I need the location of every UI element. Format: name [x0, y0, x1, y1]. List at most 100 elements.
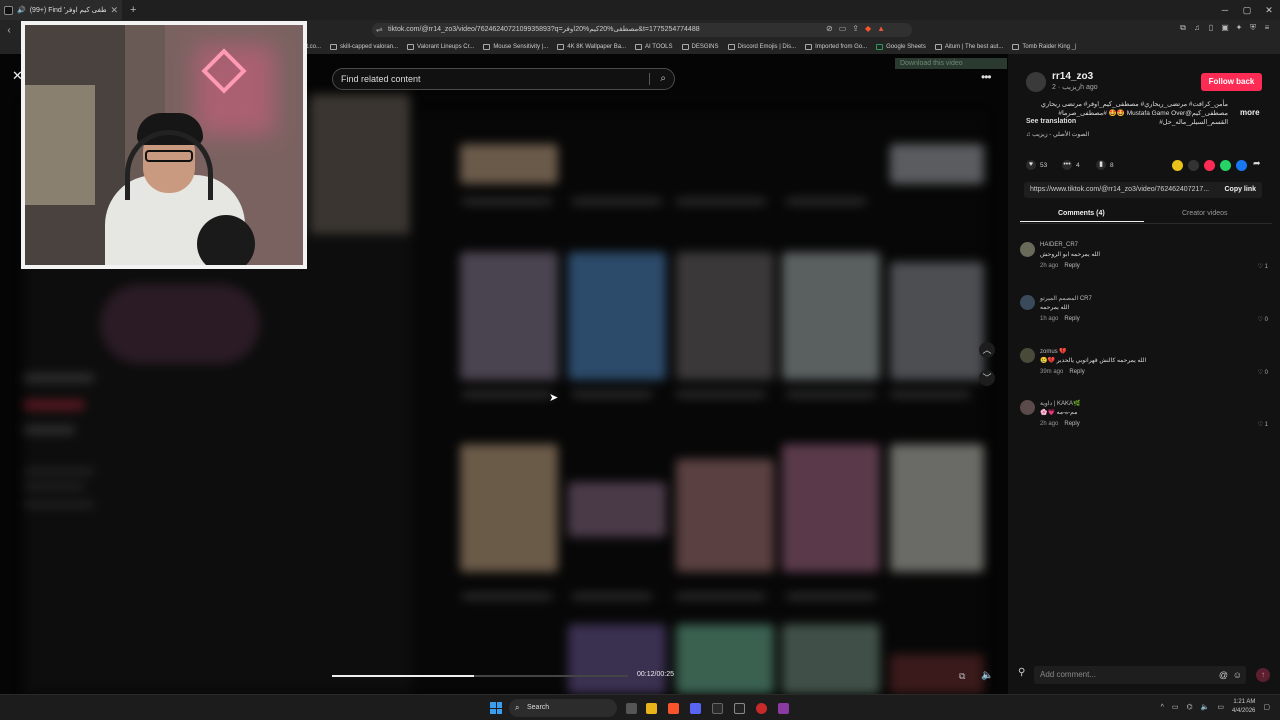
commenter-avatar[interactable] [1020, 242, 1035, 257]
embed-icon[interactable] [1188, 160, 1199, 171]
network-icon[interactable]: ⌬ [1187, 703, 1193, 711]
like-stat[interactable]: ♥ 53 [1026, 160, 1047, 170]
site-info-icon[interactable]: ⇌ [376, 23, 383, 37]
commenter-name[interactable]: HAIDER_CR7 [1040, 242, 1078, 248]
brave-browser-icon[interactable] [668, 703, 679, 714]
bookmark-item[interactable]: Discord Emojis | Dis... [727, 44, 796, 50]
minimize-button[interactable]: ─ [1214, 0, 1236, 20]
no-tracking-icon[interactable]: ⊘ [826, 24, 833, 33]
terminal-icon[interactable] [712, 703, 723, 714]
install-app-icon[interactable]: ▭ [839, 24, 847, 33]
close-window-button[interactable]: ✕ [1258, 0, 1280, 20]
back-icon[interactable]: ‹ [0, 25, 18, 36]
whatsapp-icon[interactable] [1220, 160, 1231, 171]
video-link-box[interactable]: https://www.tiktok.com/@rr14_zo3/video/7… [1024, 182, 1262, 198]
post-comment-button[interactable]: ↑ [1256, 668, 1270, 682]
browser-tab[interactable]: 🔊 (99+) Find 'مصطفى كيم اوفر' ✕ [0, 0, 122, 20]
bookmark-item[interactable]: Tomb Raider King _| [1012, 44, 1077, 50]
commenter-name[interactable]: zomus 💔 [1040, 348, 1067, 355]
tray-app-icon[interactable]: ▭ [1172, 703, 1179, 711]
chevron-up-icon[interactable]: ^ [1161, 704, 1164, 711]
notifications-icon[interactable]: ▢ [1263, 703, 1270, 711]
wallet-icon[interactable]: ▣ [1220, 23, 1230, 33]
mention-icon[interactable]: @ [1219, 666, 1228, 684]
emoji-icon[interactable]: ☺ [1233, 666, 1242, 684]
bookmark-item[interactable]: Aitum | The best aut... [934, 44, 1003, 50]
previous-video-chevron-up-icon[interactable]: ︿ [979, 342, 995, 358]
comment-item: المصمم الميرتو CR7 الله يمرحمه 1h ago Rep… [1020, 295, 1272, 325]
add-comment-input[interactable]: Add comment... @ ☺ [1034, 666, 1246, 684]
leo-ai-icon[interactable]: ✦ [1234, 23, 1244, 33]
brave-rewards-icon[interactable]: ▲ [877, 24, 885, 33]
see-translation-link[interactable]: See translation [1026, 118, 1076, 125]
app-icon[interactable] [778, 703, 789, 714]
comment-like-button[interactable]: ♡ 0 [1258, 316, 1268, 323]
capcut-icon[interactable] [734, 703, 745, 714]
comment-like-button[interactable]: ♡ 1 [1258, 263, 1268, 270]
menu-icon[interactable]: ≡ [1262, 23, 1272, 33]
commenter-name[interactable]: المصمم الميرتو CR7 [1040, 295, 1092, 302]
comment-stat[interactable]: ••• 4 [1062, 160, 1080, 170]
clock[interactable]: 1:21 AM 4/4/2026 [1232, 698, 1255, 716]
battery-icon[interactable]: ▭ [1217, 703, 1224, 711]
follow-back-button[interactable]: Follow back [1201, 73, 1262, 91]
sound-label[interactable]: ♫ الصوت الأصلي - زيزيب [1026, 131, 1089, 138]
maximize-button[interactable]: ▢ [1236, 0, 1258, 20]
bookmark-folder[interactable]: Imported from Go... [805, 44, 867, 50]
tab-creator-videos[interactable]: Creator videos [1182, 210, 1228, 217]
more-options-icon[interactable]: ••• [981, 70, 992, 84]
comment-like-button[interactable]: ♡ 0 [1258, 369, 1268, 376]
commenter-avatar[interactable] [1020, 295, 1035, 310]
discord-icon[interactable] [690, 703, 701, 714]
bookmark-folder[interactable]: DESGINS [681, 44, 719, 50]
send-to-friends-icon[interactable] [1204, 160, 1215, 171]
media-icon[interactable]: ♫ [1192, 23, 1202, 33]
save-stat[interactable]: ▮ 8 [1096, 160, 1114, 170]
taskbar-search-box[interactable]: ⌕ Search [509, 699, 617, 717]
bookmark-item[interactable]: Valorant Lineups Cr... [407, 44, 474, 50]
copy-link-button[interactable]: Copy link [1224, 182, 1256, 198]
comment-like-button[interactable]: ♡ 1 [1258, 421, 1268, 428]
obs-recording-icon[interactable] [756, 703, 767, 714]
author-username[interactable]: rr14_zo3 [1052, 71, 1093, 82]
commenter-avatar[interactable] [1020, 400, 1035, 415]
bookmark-folder[interactable]: AI TOOLS [635, 44, 673, 50]
extensions-icon[interactable]: ⧉ [1178, 23, 1188, 33]
add-comment-placeholder: Add comment... [1040, 670, 1097, 679]
video-progress-bar[interactable] [332, 675, 628, 677]
new-tab-button[interactable]: + [130, 4, 136, 16]
sidebar-icon[interactable]: ▯ [1206, 23, 1216, 33]
speaker-icon[interactable]: 🔈 [1201, 703, 1210, 711]
share-arrow-icon[interactable]: ➦ [1253, 158, 1261, 169]
caption-more-link[interactable]: more [1240, 108, 1260, 117]
reply-button[interactable]: Reply [1064, 263, 1079, 269]
repost-icon[interactable] [1172, 160, 1183, 171]
windows-start-icon[interactable] [490, 702, 502, 714]
bookmark-item[interactable]: 4K 8K Wallpaper Ba... [557, 44, 626, 50]
reply-button[interactable]: Reply [1069, 369, 1084, 375]
bookmark-item[interactable]: Mouse Sensitivity |... [483, 44, 548, 50]
picture-in-picture-icon[interactable]: ⧉ [959, 671, 965, 682]
bookmark-item[interactable]: skill-capped valoran... [330, 44, 398, 50]
brave-shield-icon[interactable]: ◆ [865, 24, 871, 33]
commenter-name[interactable]: داوية | KAKA🌿 [1040, 400, 1081, 407]
download-video-button[interactable]: Download this video [895, 58, 1007, 69]
tab-comments[interactable]: Comments (4) [1058, 210, 1105, 217]
reply-button[interactable]: Reply [1064, 316, 1079, 322]
gift-icon[interactable]: ⚲ [1018, 667, 1025, 678]
search-icon[interactable]: ⌕ [660, 69, 666, 89]
file-explorer-icon[interactable] [646, 703, 657, 714]
bookmark-item[interactable]: Google Sheets [876, 44, 926, 50]
share-icon[interactable]: ⇪ [852, 24, 859, 33]
related-search-input[interactable]: Find related content ⌕ [332, 68, 675, 90]
vpn-icon[interactable]: ⛨ [1248, 23, 1258, 33]
task-view-icon[interactable] [626, 703, 637, 714]
volume-icon[interactable]: 🔈 [981, 670, 993, 681]
commenter-avatar[interactable] [1020, 348, 1035, 363]
reply-button[interactable]: Reply [1064, 421, 1079, 427]
author-avatar[interactable] [1026, 72, 1046, 92]
comment-text: 🌸💗 مم-ه-مه [1040, 410, 1078, 416]
close-tab-icon[interactable]: ✕ [110, 5, 118, 16]
next-video-chevron-down-icon[interactable]: ﹀ [979, 370, 995, 386]
facebook-icon[interactable] [1236, 160, 1247, 171]
